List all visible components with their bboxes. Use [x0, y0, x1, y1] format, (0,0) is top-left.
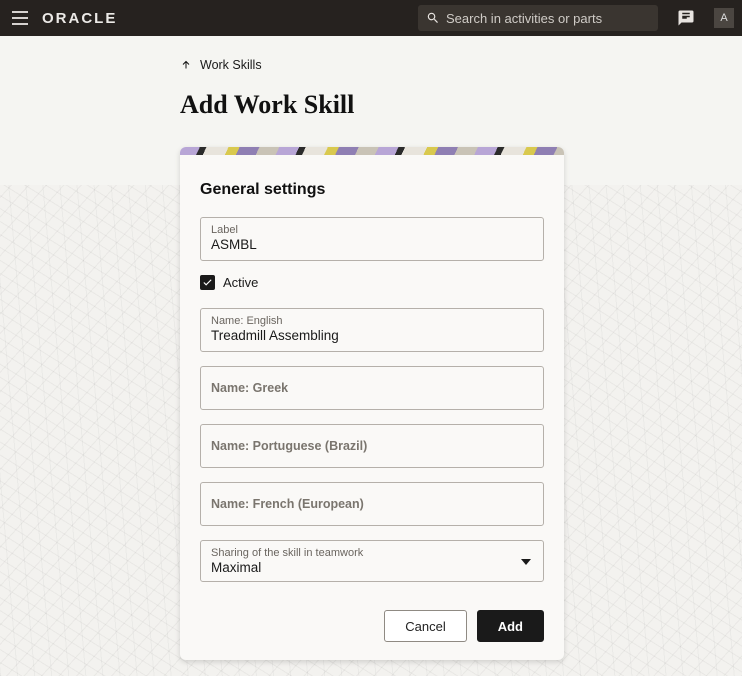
arrow-up-icon	[180, 59, 192, 71]
search-input[interactable]	[446, 11, 650, 26]
breadcrumb[interactable]: Work Skills	[180, 58, 262, 72]
name-portuguese-field[interactable]: Name: Portuguese (Brazil)	[200, 424, 544, 468]
name-english-input[interactable]	[211, 328, 533, 343]
section-title: General settings	[200, 181, 544, 199]
name-french-field[interactable]: Name: French (European)	[200, 482, 544, 526]
label-field-caption: Label	[211, 224, 533, 236]
card-actions: Cancel Add	[180, 600, 564, 660]
brand-logo: ORACLE	[42, 10, 117, 27]
active-checkbox[interactable]	[200, 275, 215, 290]
form-card: General settings Label Active Name: Engl…	[180, 147, 564, 660]
breadcrumb-label: Work Skills	[200, 58, 262, 72]
active-label: Active	[223, 275, 258, 290]
avatar[interactable]: A	[714, 8, 734, 28]
search-icon	[426, 11, 440, 25]
active-row: Active	[200, 275, 544, 290]
add-button[interactable]: Add	[477, 610, 544, 642]
sharing-value: Maximal	[211, 560, 533, 575]
name-french-caption: Name: French (European)	[211, 497, 533, 511]
name-greek-field[interactable]: Name: Greek	[200, 366, 544, 410]
chevron-down-icon	[521, 552, 531, 570]
card-accent-stripe	[180, 147, 564, 155]
label-field[interactable]: Label	[200, 217, 544, 261]
menu-icon[interactable]	[8, 6, 32, 30]
name-portuguese-caption: Name: Portuguese (Brazil)	[211, 439, 533, 453]
label-input[interactable]	[211, 237, 533, 252]
page-title: Add Work Skill	[180, 90, 742, 120]
chat-icon[interactable]	[676, 8, 696, 28]
search-box[interactable]	[418, 5, 658, 31]
sharing-caption: Sharing of the skill in teamwork	[211, 547, 533, 559]
name-english-caption: Name: English	[211, 315, 533, 327]
cancel-button[interactable]: Cancel	[384, 610, 466, 642]
name-greek-caption: Name: Greek	[211, 381, 533, 395]
name-english-field[interactable]: Name: English	[200, 308, 544, 352]
top-bar: ORACLE A	[0, 0, 742, 36]
sharing-select[interactable]: Sharing of the skill in teamwork Maximal	[200, 540, 544, 582]
check-icon	[202, 277, 213, 288]
